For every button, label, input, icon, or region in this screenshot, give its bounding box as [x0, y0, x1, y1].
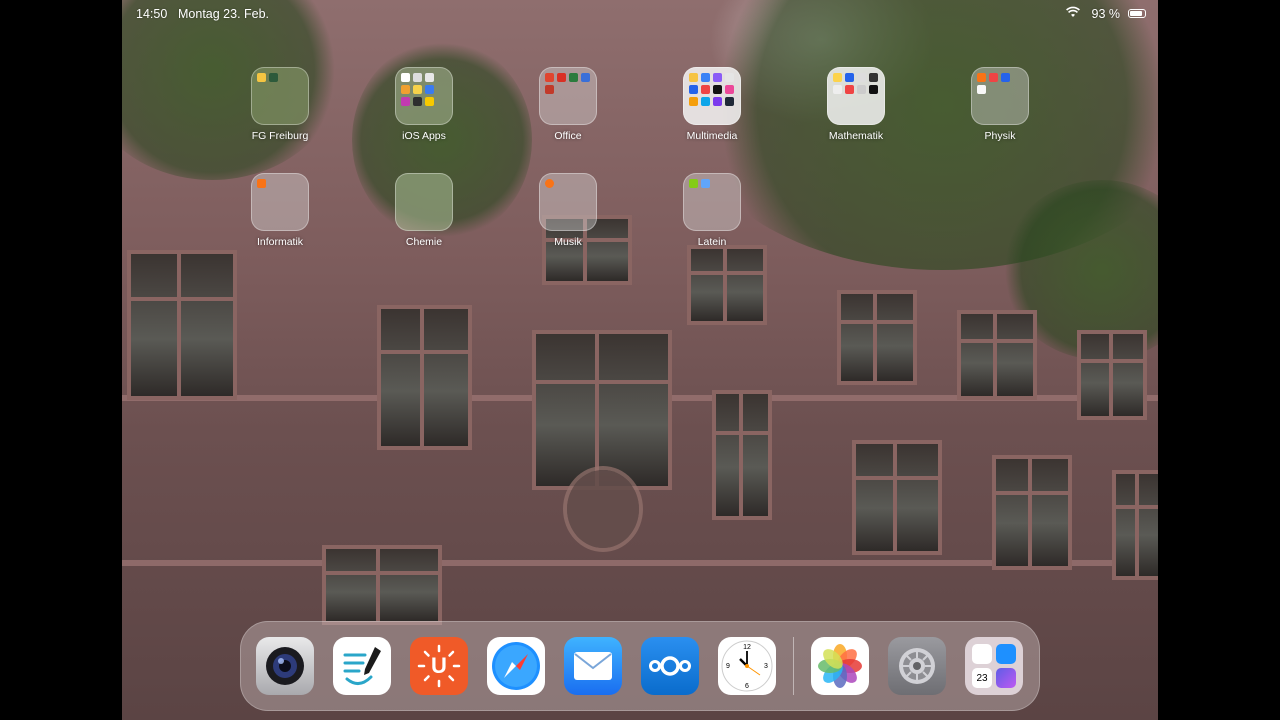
photos-mini-icon [972, 644, 992, 664]
nextcloud-icon[interactable] [641, 637, 699, 695]
folder-icon [539, 67, 597, 125]
mail-icon[interactable] [564, 637, 622, 695]
svg-text:9: 9 [726, 663, 730, 670]
camera-app-icon[interactable] [256, 637, 314, 695]
dock-separator [793, 637, 794, 695]
folder-chemie[interactable]: Chemie [388, 173, 460, 248]
folder-ios-apps[interactable]: iOS Apps [388, 67, 460, 142]
folder-icon [971, 67, 1029, 125]
svg-text:6: 6 [745, 683, 749, 690]
svg-text:3: 3 [764, 663, 768, 670]
battery-percentage: 93 % [1091, 7, 1121, 21]
folder-label: Latein [697, 236, 727, 248]
folder-mathematik[interactable]: Mathematik [820, 67, 892, 142]
notes-pen-app-icon[interactable] [333, 637, 391, 695]
dock: U 12 3 6 9 23 [240, 621, 1040, 711]
settings-icon[interactable] [888, 637, 946, 695]
folder-label: Mathematik [828, 130, 884, 142]
safari-mini-icon [996, 644, 1016, 664]
folder-office[interactable]: Office [532, 67, 604, 142]
folder-icon [827, 67, 885, 125]
home-screen: 14:50 Montag 23. Feb. 93 % FG Freiburg i… [122, 0, 1158, 720]
folder-icon [395, 173, 453, 231]
calendar-mini-icon: 23 [972, 668, 992, 688]
folder-label: Chemie [405, 236, 443, 248]
u-app-icon[interactable]: U [410, 637, 468, 695]
folder-latein[interactable]: Latein [676, 173, 748, 248]
folder-label: Office [554, 130, 582, 142]
folder-label: FG Freiburg [251, 130, 309, 142]
folder-label: Informatik [256, 236, 304, 248]
wifi-icon [1066, 6, 1080, 21]
folder-label: iOS Apps [402, 130, 446, 142]
clock-icon[interactable]: 12 3 6 9 [718, 637, 776, 695]
folder-icon [683, 173, 741, 231]
folder-label: Physik [984, 130, 1016, 142]
folder-icon [251, 173, 309, 231]
shortcuts-mini-icon [996, 668, 1016, 688]
folder-multimedia[interactable]: Multimedia [676, 67, 748, 142]
app-library-icon[interactable]: 23 [965, 637, 1023, 695]
folder-label: Multimedia [686, 130, 738, 142]
folder-fg-freiburg[interactable]: FG Freiburg [244, 67, 316, 142]
folder-musik[interactable]: Musik [532, 173, 604, 248]
svg-text:12: 12 [743, 644, 751, 651]
folder-icon [539, 173, 597, 231]
folder-informatik[interactable]: Informatik [244, 173, 316, 248]
status-date: Montag 23. Feb. [178, 7, 270, 21]
safari-icon[interactable] [487, 637, 545, 695]
folder-icon [251, 67, 309, 125]
folder-icon [683, 67, 741, 125]
u-letter: U [431, 653, 447, 678]
battery-icon [1128, 9, 1146, 18]
photos-icon[interactable] [811, 637, 869, 695]
folder-label: Musik [554, 236, 582, 248]
status-time: 14:50 [136, 7, 168, 21]
folder-icon [395, 67, 453, 125]
folder-physik[interactable]: Physik [964, 67, 1036, 142]
